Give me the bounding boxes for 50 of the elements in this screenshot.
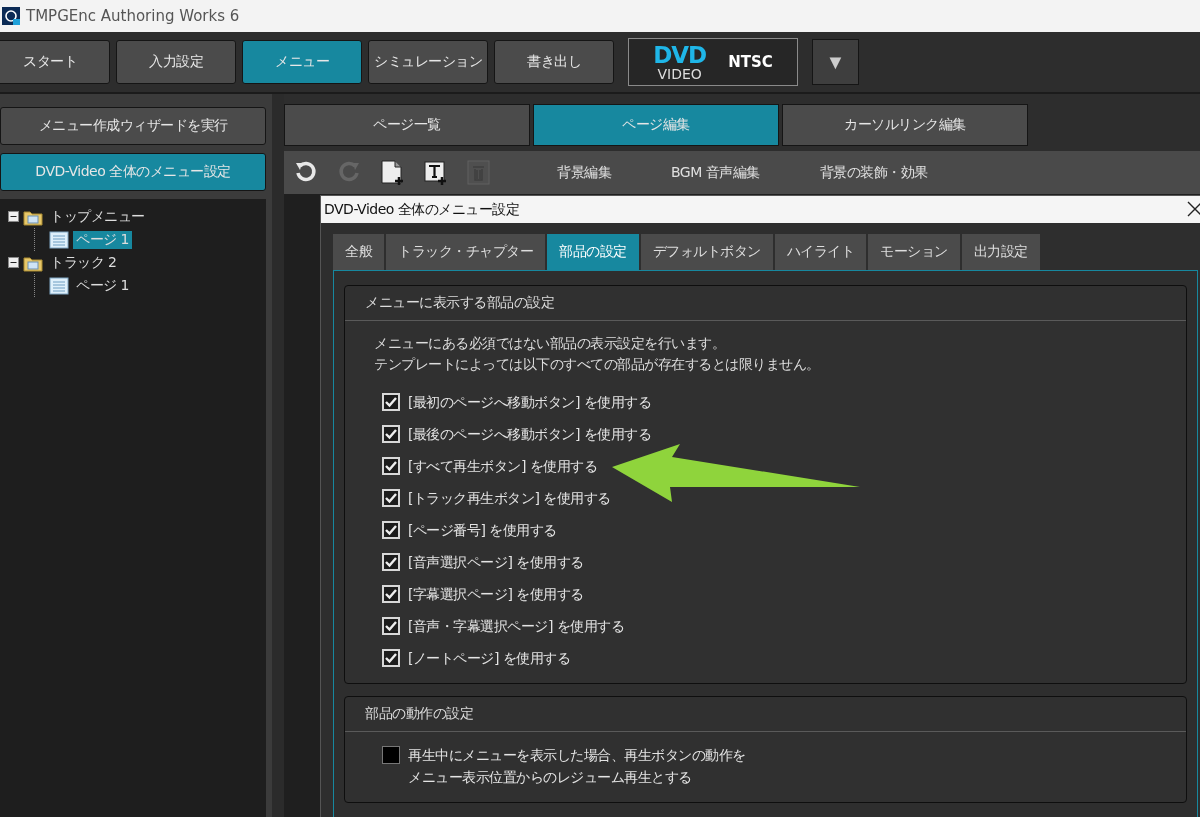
nav-tab[interactable]: スタート xyxy=(0,40,110,84)
checkbox-label: メニュー表示位置からのレジューム再生とする xyxy=(408,768,693,787)
dialog-title: DVD-Video 全体のメニュー設定 xyxy=(324,200,520,219)
editor-tab[interactable]: カーソルリンク編集 xyxy=(782,104,1028,146)
tree-item[interactable]: トップメニュー xyxy=(47,207,148,226)
description-text: テンプレートによっては以下のすべての部品が存在するとは限りません。 xyxy=(374,355,821,374)
dialog-tab[interactable]: 出力設定 xyxy=(961,234,1040,270)
window-title: TMPGEnc Authoring Works 6 xyxy=(26,7,240,25)
nav-tab[interactable]: 入力設定 xyxy=(116,40,236,84)
checkbox-label: [ノートページ] を使用する xyxy=(408,649,571,668)
checkbox-label: [最後のページへ移動ボタン] を使用する xyxy=(408,425,652,444)
video-logo-text: VIDEO xyxy=(657,66,702,81)
tree-item[interactable]: ページ 1 xyxy=(73,276,132,295)
dialog-tab[interactable]: 全般 xyxy=(333,234,384,270)
group-title: メニューに表示する部品の設定 xyxy=(365,294,554,312)
close-icon xyxy=(1187,200,1200,217)
dialog-tab[interactable]: デフォルトボタン xyxy=(640,234,773,270)
sidebar-button[interactable]: メニュー作成ウィザードを実行 xyxy=(0,107,266,145)
tree-item[interactable]: トラック 2 xyxy=(47,253,120,272)
dropdown-button[interactable]: ▼ xyxy=(812,39,859,85)
dialog-tab[interactable]: トラック・チャプター xyxy=(386,234,545,270)
dialog-tab[interactable]: 部品の設定 xyxy=(547,234,639,270)
standard-label: NTSC xyxy=(728,53,773,71)
group-title: 部品の動作の設定 xyxy=(365,705,473,723)
checkbox-label: [最初のページへ移動ボタン] を使用する xyxy=(408,393,652,412)
description-text: メニューにある必須ではない部品の表示設定を行います。 xyxy=(374,334,726,353)
toolbar-item[interactable]: 背景編集 xyxy=(557,163,611,182)
page-icon xyxy=(49,230,69,249)
format-badge[interactable]: DVD VIDEO NTSC xyxy=(628,38,798,86)
nav-tab[interactable]: シミュレーション xyxy=(368,40,488,84)
checkbox-label: [トラック再生ボタン] を使用する xyxy=(408,489,611,508)
checkbox-label: 再生中にメニューを表示した場合、再生ボタンの動作を xyxy=(408,746,746,765)
editor-tab[interactable]: ページ一覧 xyxy=(284,104,530,146)
checkbox-label: [すべて再生ボタン] を使用する xyxy=(408,457,598,476)
checkbox-label: [ページ番号] を使用する xyxy=(408,521,557,540)
page-icon xyxy=(49,276,69,295)
checkbox-label: [字幕選択ページ] を使用する xyxy=(408,585,584,604)
add-page-icon[interactable] xyxy=(380,159,405,186)
toolbar-item[interactable]: BGM 音声編集 xyxy=(671,163,760,182)
nav-tab[interactable]: メニュー xyxy=(242,40,362,84)
checkbox-label: [音声・字幕選択ページ] を使用する xyxy=(408,617,625,636)
add-text-icon[interactable] xyxy=(423,159,448,186)
dialog-tab[interactable]: モーション xyxy=(868,234,960,270)
checkbox-label: [音声選択ページ] を使用する xyxy=(408,553,584,572)
checkbox[interactable] xyxy=(382,746,400,764)
dvd-logo-text: DVD xyxy=(653,43,707,67)
nav-tab[interactable]: 書き出し xyxy=(494,40,614,84)
toolbar-item[interactable]: 背景の装飾・効果 xyxy=(819,163,928,182)
editor-tab[interactable]: ページ編集 xyxy=(533,104,779,146)
dialog-tab[interactable]: ハイライト xyxy=(774,234,866,270)
